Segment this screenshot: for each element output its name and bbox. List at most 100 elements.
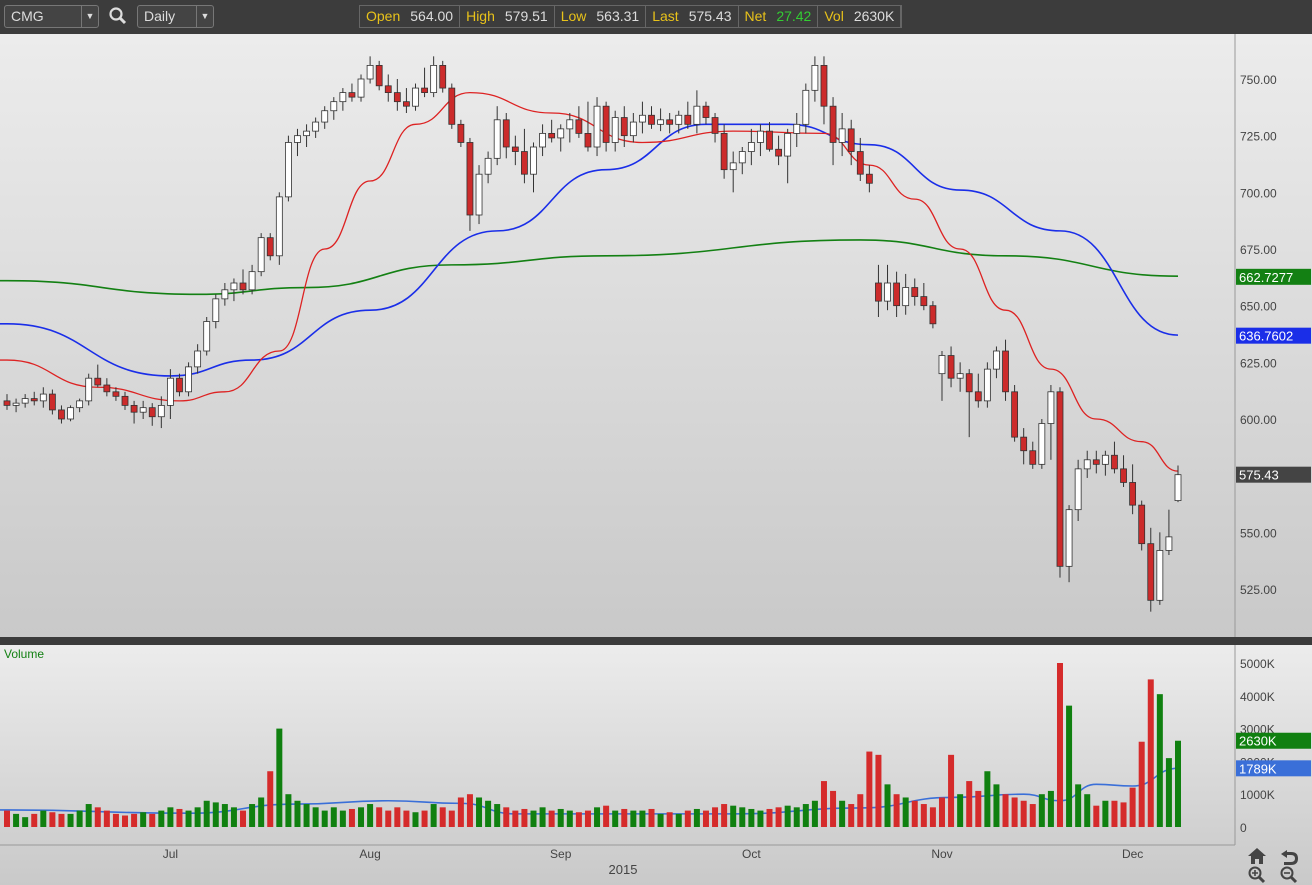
candle[interactable] — [448, 83, 456, 129]
volume-bar[interactable] — [1029, 804, 1036, 827]
volume-bar[interactable] — [830, 790, 837, 827]
volume-bar[interactable] — [1084, 794, 1091, 827]
volume-bar[interactable] — [575, 812, 582, 827]
volume-bar[interactable] — [1138, 741, 1145, 827]
volume-bar[interactable] — [385, 810, 392, 827]
volume-bar[interactable] — [321, 810, 328, 827]
search-icon[interactable] — [108, 6, 128, 26]
volume-bar[interactable] — [929, 807, 936, 827]
volume-bar[interactable] — [712, 807, 719, 827]
volume-bar[interactable] — [221, 804, 228, 827]
volume-bar[interactable] — [766, 808, 773, 827]
volume-bar[interactable] — [1011, 797, 1018, 827]
volume-bar[interactable] — [403, 810, 410, 827]
volume-bar[interactable] — [503, 807, 510, 827]
volume-bar[interactable] — [176, 808, 183, 827]
candle[interactable] — [185, 362, 192, 397]
panel-divider[interactable] — [0, 637, 1312, 645]
volume-bar[interactable] — [566, 810, 573, 827]
volume-bar[interactable] — [1002, 794, 1009, 827]
volume-bar[interactable] — [1038, 794, 1045, 827]
volume-bar[interactable] — [521, 808, 528, 827]
candle[interactable] — [439, 60, 447, 93]
volume-bar[interactable] — [303, 804, 310, 827]
volume-bar[interactable] — [485, 800, 492, 827]
volume-bar[interactable] — [258, 797, 265, 827]
candle[interactable] — [203, 317, 211, 356]
volume-bar[interactable] — [394, 807, 401, 827]
candle[interactable] — [375, 60, 383, 91]
volume-bar[interactable] — [149, 813, 156, 827]
volume-bar[interactable] — [1129, 787, 1136, 827]
volume-bar[interactable] — [466, 794, 473, 827]
volume-bar[interactable] — [748, 808, 755, 827]
volume-bar[interactable] — [548, 810, 555, 827]
candle[interactable] — [257, 233, 265, 277]
volume-bar[interactable] — [494, 804, 501, 827]
volume-bar[interactable] — [739, 807, 746, 827]
volume-bar[interactable] — [1111, 800, 1118, 827]
volume-bar[interactable] — [421, 810, 428, 827]
candle[interactable] — [1056, 387, 1064, 578]
candle[interactable] — [67, 405, 74, 422]
volume-bar[interactable] — [948, 754, 955, 827]
candle[interactable] — [85, 373, 93, 406]
volume-bar[interactable] — [267, 771, 274, 827]
volume-bar[interactable] — [993, 784, 1000, 827]
volume-bar[interactable] — [376, 807, 383, 827]
candle[interactable] — [983, 362, 991, 408]
volume-bar[interactable] — [811, 800, 818, 827]
volume-bar[interactable] — [212, 802, 219, 827]
volume-bar[interactable] — [1102, 800, 1109, 827]
volume-bar[interactable] — [348, 808, 355, 827]
volume-bar[interactable] — [67, 813, 74, 827]
volume-bar[interactable] — [721, 804, 728, 827]
volume-bar[interactable] — [775, 807, 782, 827]
volume-bar[interactable] — [1147, 679, 1154, 827]
chevron-down-icon[interactable]: ▼ — [196, 6, 213, 27]
volume-bar[interactable] — [957, 794, 964, 827]
volume-bar[interactable] — [76, 810, 83, 827]
volume-bar[interactable] — [312, 807, 319, 827]
volume-bar[interactable] — [966, 781, 973, 827]
candle[interactable] — [1011, 385, 1019, 442]
volume-bar[interactable] — [938, 797, 945, 827]
volume-bar[interactable] — [85, 804, 92, 827]
candle[interactable] — [475, 165, 483, 225]
volume-bar[interactable] — [1156, 694, 1163, 827]
volume-bar[interactable] — [911, 800, 918, 827]
volume-bar[interactable] — [784, 805, 791, 827]
volume-bar[interactable] — [584, 810, 591, 827]
volume-bar[interactable] — [848, 804, 855, 827]
volume-bar[interactable] — [693, 808, 700, 827]
volume-bar[interactable] — [285, 794, 292, 827]
volume-bar[interactable] — [1075, 784, 1082, 827]
volume-bar[interactable] — [530, 810, 537, 827]
volume-bar[interactable] — [40, 810, 47, 827]
volume-bar[interactable] — [339, 810, 346, 827]
volume-bar[interactable] — [22, 817, 29, 827]
candle[interactable] — [1038, 419, 1046, 469]
volume-bar[interactable] — [158, 810, 165, 827]
volume-bar[interactable] — [603, 805, 610, 827]
volume-bar[interactable] — [1056, 663, 1063, 827]
volume-bar[interactable] — [448, 810, 455, 827]
volume-bar[interactable] — [240, 810, 247, 827]
volume-bar[interactable] — [167, 807, 174, 827]
volume-bar[interactable] — [1093, 805, 1100, 827]
period-select[interactable]: Daily ▼ — [137, 5, 214, 28]
volume-bar[interactable] — [866, 751, 873, 827]
volume-bar[interactable] — [185, 810, 192, 827]
volume-bar[interactable] — [1047, 790, 1054, 827]
candle[interactable] — [285, 135, 292, 202]
candle[interactable] — [275, 192, 283, 265]
stock-chart[interactable]: 525.00550.00575.00600.00625.00650.00675.… — [0, 34, 1312, 885]
volume-bar[interactable] — [412, 812, 419, 827]
volume-bar[interactable] — [512, 810, 519, 827]
volume-bar[interactable] — [666, 812, 673, 827]
volume-bar[interactable] — [476, 797, 483, 827]
volume-bar[interactable] — [1165, 758, 1172, 827]
volume-bar[interactable] — [140, 812, 147, 827]
volume-bar[interactable] — [112, 813, 119, 827]
candle[interactable] — [1138, 500, 1146, 551]
